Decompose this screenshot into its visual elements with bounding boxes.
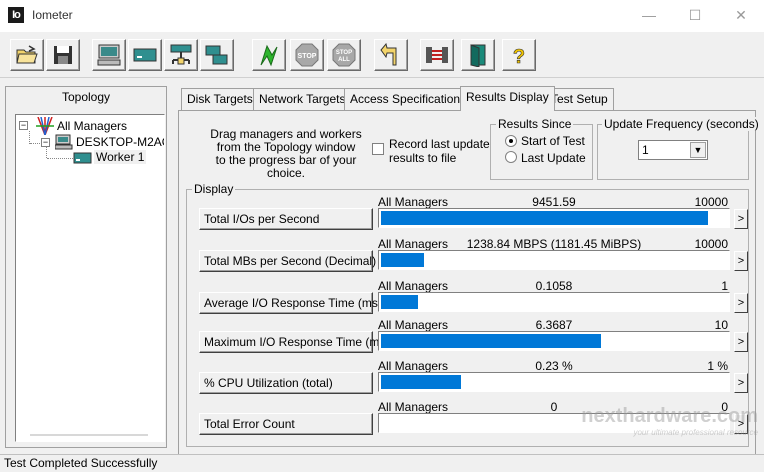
- window-title: Iometer: [32, 8, 73, 22]
- bar-max-label: 10000: [694, 237, 728, 251]
- tab-access-specifications[interactable]: Access Specifications: [344, 88, 473, 110]
- bar-select-arrow-button[interactable]: >: [734, 332, 748, 352]
- computer-icon: [97, 44, 121, 66]
- display-title: Display: [192, 182, 236, 196]
- record-last-update-checkbox[interactable]: [372, 143, 384, 155]
- green-flag-icon: [260, 44, 278, 67]
- bar-select-arrow-button[interactable]: >: [734, 373, 748, 393]
- tab-test-setup[interactable]: Test Setup: [545, 88, 614, 110]
- tree-node-all-managers[interactable]: All Managers: [57, 119, 127, 133]
- tree-node-worker[interactable]: Worker 1: [94, 150, 147, 164]
- worker-icon: [73, 152, 92, 164]
- expand-toggle-all-managers[interactable]: −: [19, 121, 28, 130]
- result-bar-fill: [381, 211, 708, 225]
- all-managers-icon: [36, 117, 54, 135]
- start-tests-button[interactable]: [252, 39, 286, 71]
- radio-start-of-test[interactable]: [505, 135, 517, 147]
- bar-max-label: 1: [721, 279, 728, 293]
- tree-line: [47, 158, 73, 159]
- metric-button[interactable]: Total Error Count: [199, 413, 373, 435]
- tab-network-targets[interactable]: Network Targets: [253, 88, 352, 110]
- manager-computer-icon: [55, 134, 73, 150]
- save-config-button[interactable]: [46, 39, 80, 71]
- disconnect-icon: [426, 47, 448, 63]
- bar-select-arrow-button[interactable]: >: [734, 251, 748, 271]
- reset-workers-button[interactable]: [374, 39, 408, 71]
- update-frequency-title: Update Frequency (seconds): [602, 117, 761, 131]
- open-config-button[interactable]: [10, 39, 44, 71]
- update-frequency-value: 1: [642, 143, 649, 157]
- svg-text:STOP: STOP: [298, 53, 317, 60]
- radio-last-update-label: Last Update: [521, 151, 586, 165]
- metric-button[interactable]: % CPU Utilization (total): [199, 372, 373, 394]
- radio-last-update[interactable]: [505, 151, 517, 163]
- record-label-line: Record last update: [389, 137, 490, 151]
- undo-arrow-icon: [380, 43, 397, 66]
- svg-text:ALL: ALL: [338, 57, 350, 63]
- duplicate-icon: [205, 45, 228, 65]
- result-bar[interactable]: [378, 372, 730, 392]
- result-bar[interactable]: [378, 250, 730, 270]
- result-bar-fill: [381, 375, 461, 389]
- drag-instructions: Drag managers and workers from the Topol…: [196, 128, 376, 180]
- tree-node-manager[interactable]: DESKTOP-M2AO6: [76, 135, 164, 149]
- disconnect-button[interactable]: [420, 39, 454, 71]
- stop-icon: STOP: [295, 43, 319, 67]
- tab-results-display[interactable]: Results Display: [460, 86, 555, 111]
- record-last-update-label: Record last update results to file: [389, 137, 490, 165]
- chevron-down-icon[interactable]: ▼: [690, 142, 706, 158]
- status-text: Test Completed Successfully: [4, 456, 158, 470]
- result-bar[interactable]: [378, 292, 730, 312]
- stop-all-icon: STOPALL: [332, 43, 356, 67]
- result-bar[interactable]: [378, 208, 730, 228]
- tree-horizontal-scrollbar[interactable]: [30, 434, 148, 436]
- open-folder-icon: [16, 45, 38, 64]
- bar-select-arrow-button[interactable]: >: [734, 293, 748, 313]
- close-button[interactable]: ✕: [718, 0, 764, 32]
- metric-button[interactable]: Total I/Os per Second: [199, 208, 373, 230]
- metric-button[interactable]: Total MBs per Second (Decimal): [199, 250, 376, 272]
- bar-select-arrow-button[interactable]: >: [734, 209, 748, 229]
- exit-door-icon: [470, 44, 486, 67]
- minimize-button[interactable]: —: [626, 0, 672, 32]
- save-disk-icon: [54, 46, 72, 64]
- new-network-worker-button[interactable]: [164, 39, 198, 71]
- new-disk-worker-button[interactable]: [128, 39, 162, 71]
- record-label-line: results to file: [389, 151, 457, 165]
- maximize-button[interactable]: ☐: [672, 0, 718, 32]
- metric-button[interactable]: Maximum I/O Response Time (ms): [199, 331, 389, 353]
- stop-button[interactable]: STOP: [290, 39, 324, 71]
- results-since-title: Results Since: [496, 117, 574, 131]
- watermark-line: nexthardware.com: [581, 405, 758, 427]
- watermark-line: your ultimate professional resource: [633, 428, 758, 437]
- watermark: nexthardware.com your ultimate professio…: [581, 405, 758, 437]
- help-icon: ?: [513, 46, 526, 67]
- metric-button[interactable]: Average I/O Response Time (ms): [199, 292, 382, 314]
- disk-worker-icon: [133, 48, 157, 62]
- start-manager-button[interactable]: [92, 39, 126, 71]
- result-bar-fill: [381, 295, 418, 309]
- result-bar[interactable]: [378, 331, 730, 351]
- instruction-line: to the progress bar of your choice.: [215, 153, 357, 180]
- bar-max-label: 1 %: [707, 359, 728, 373]
- result-bar-fill: [381, 253, 424, 267]
- topology-title: Topology: [61, 90, 111, 104]
- network-worker-icon: [170, 44, 192, 65]
- expand-toggle-desktop[interactable]: −: [41, 138, 50, 147]
- tree-line: [46, 147, 47, 158]
- app-icon: Io: [8, 7, 24, 23]
- duplicate-worker-button[interactable]: [200, 39, 234, 71]
- svg-text:?: ?: [513, 46, 525, 67]
- result-bar-fill: [381, 334, 601, 348]
- help-button[interactable]: ?: [502, 39, 536, 71]
- exit-button[interactable]: [461, 39, 495, 71]
- stop-all-button[interactable]: STOP ALL: [327, 39, 361, 71]
- radio-start-of-test-label: Start of Test: [521, 134, 585, 148]
- bar-max-label: 10: [714, 318, 728, 332]
- bar-max-label: 10000: [694, 195, 728, 209]
- tab-disk-targets[interactable]: Disk Targets: [181, 88, 259, 110]
- svg-text:STOP: STOP: [336, 50, 352, 56]
